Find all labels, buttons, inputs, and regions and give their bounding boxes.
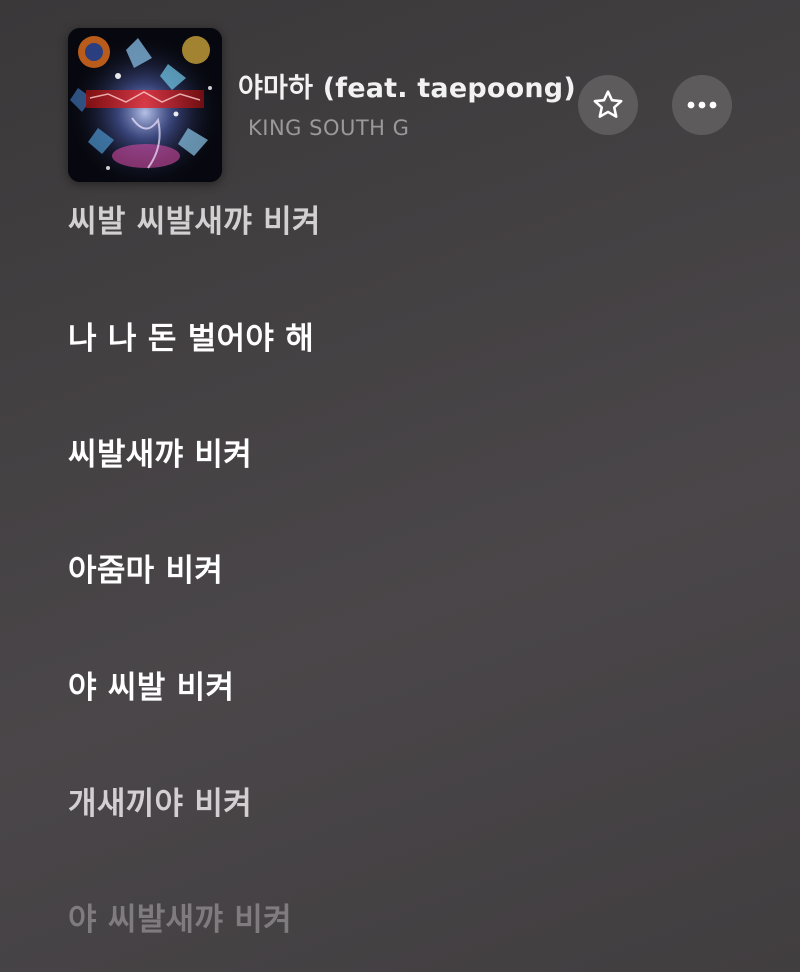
lyric-line[interactable]: 씨발새꺄 비켜 (68, 429, 252, 474)
lyric-line[interactable]: 나 나 돈 벌어야 해 (68, 313, 314, 358)
lyric-line[interactable]: 개새끼야 비켜 (68, 778, 252, 823)
lyric-line[interactable]: 야 씨발새꺄 비켜 (68, 894, 292, 939)
lyric-line[interactable]: 야 씨발 비켜 (68, 662, 234, 707)
lyric-line[interactable]: 아줌마 비켜 (68, 545, 223, 590)
lyric-line[interactable]: 씨발 씨발새꺄 비켜 (68, 196, 321, 241)
lyrics-list: 씨발 씨발새꺄 비켜 나 나 돈 벌어야 해 씨발새꺄 비켜 아줌마 비켜 야 … (0, 0, 800, 972)
